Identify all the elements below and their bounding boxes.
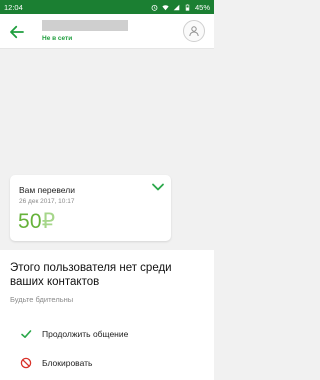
sheet-subtitle: Будьте бдительны bbox=[10, 295, 74, 304]
transfer-title: Вам перевели bbox=[19, 185, 75, 195]
currency-symbol: ₽ bbox=[41, 210, 56, 233]
wifi-icon bbox=[162, 4, 169, 10]
sheet-title: Этого пользователя нет среди ваших конта… bbox=[10, 262, 172, 288]
block-icon bbox=[20, 357, 32, 369]
transfer-message-card[interactable]: Вам перевели 26 дек 2017, 10:17 50₽ bbox=[10, 175, 171, 241]
chevron-down-icon[interactable] bbox=[151, 182, 165, 192]
status-bar: 12:04 45% bbox=[0, 0, 214, 14]
signal-icon bbox=[173, 4, 180, 10]
contact-status: Не в сети bbox=[42, 35, 73, 42]
continue-chat-label: Продолжить общение bbox=[42, 329, 129, 339]
chat-area: Вам перевели 26 дек 2017, 10:17 50₽ bbox=[0, 50, 214, 250]
block-user-label: Блокировать bbox=[42, 358, 93, 368]
battery-percent: 45% bbox=[194, 2, 210, 12]
app-bar: Не в сети bbox=[0, 14, 214, 49]
battery-icon bbox=[185, 3, 190, 11]
chat-screen: 12:04 45% Не в сети Вам перевели 26 дек … bbox=[0, 0, 214, 380]
person-icon bbox=[189, 26, 199, 37]
check-icon bbox=[21, 330, 32, 338]
contact-name-redacted bbox=[42, 20, 128, 31]
continue-chat-button[interactable]: Продолжить общение bbox=[0, 322, 214, 346]
transfer-amount-value: 50 bbox=[18, 210, 42, 233]
transfer-amount: 50₽ bbox=[18, 209, 55, 234]
alarm-icon bbox=[151, 4, 158, 11]
block-user-button[interactable]: Блокировать bbox=[0, 351, 214, 375]
back-arrow-icon[interactable] bbox=[8, 23, 26, 41]
status-time: 12:04 bbox=[4, 2, 23, 12]
transfer-date: 26 дек 2017, 10:17 bbox=[19, 198, 75, 205]
avatar[interactable] bbox=[183, 20, 205, 42]
unknown-contact-sheet: Этого пользователя нет среди ваших конта… bbox=[0, 250, 214, 380]
status-icons: 45% bbox=[151, 3, 210, 12]
